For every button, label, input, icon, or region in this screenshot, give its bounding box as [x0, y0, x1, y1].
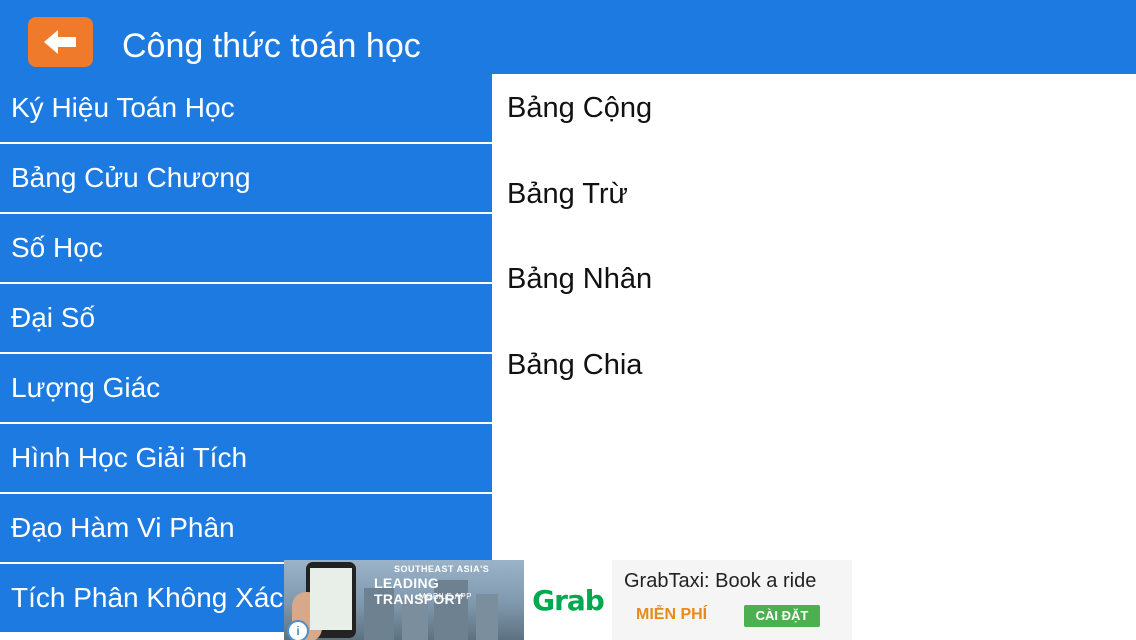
sidebar-item-luong-giac[interactable]: Lượng Giác [0, 354, 492, 422]
content-panel: Bảng Cộng Bảng Trừ Bảng Nhân Bảng Chia [492, 74, 1136, 640]
sidebar-item-ky-hieu-toan-hoc[interactable]: Ký Hiệu Toán Học [0, 74, 492, 142]
info-icon[interactable]: i [287, 620, 309, 640]
ad-title: GrabTaxi: Book a ride [624, 570, 817, 592]
back-button[interactable] [28, 17, 93, 67]
page-title: Công thức toán học [122, 27, 421, 65]
ad-banner[interactable]: SOUTHEAST ASIA'S LEADING TRANSPORT MOBIL… [284, 560, 852, 640]
app-bar: Công thức toán học [0, 0, 1136, 74]
sidebar-item-dai-so[interactable]: Đại Số [0, 284, 492, 352]
install-button[interactable]: CÀI ĐẶT [744, 605, 820, 627]
category-sidebar: Ký Hiệu Toán Học Bảng Cửu Chương Số Học … [0, 74, 492, 640]
ad-free-label: MIỄN PHÍ [636, 606, 708, 623]
content-item-bang-nhan[interactable]: Bảng Nhân [507, 263, 652, 296]
sidebar-item-hinh-hoc-giai-tich[interactable]: Hình Học Giải Tích [0, 424, 492, 492]
content-item-bang-cong[interactable]: Bảng Cộng [507, 92, 652, 125]
arrow-left-icon [43, 30, 76, 54]
content-item-bang-chia[interactable]: Bảng Chia [507, 349, 642, 382]
ad-image[interactable]: SOUTHEAST ASIA'S LEADING TRANSPORT MOBIL… [284, 560, 524, 640]
sidebar-item-so-hoc[interactable]: Số Học [0, 214, 492, 282]
ad-phone-screen [310, 568, 352, 630]
ad-headline-small: SOUTHEAST ASIA'S [394, 564, 490, 574]
sidebar-item-bang-cuu-chuong[interactable]: Bảng Cửu Chương [0, 144, 492, 212]
ad-headline-sub: MOBILE APP [419, 592, 473, 601]
grab-logo: Grab [524, 560, 612, 640]
ad-headline: LEADING TRANSPORT [374, 575, 464, 607]
content-item-bang-tru[interactable]: Bảng Trừ [507, 178, 628, 211]
sidebar-item-dao-ham-vi-phan[interactable]: Đạo Hàm Vi Phân [0, 494, 492, 562]
ad-phone-image [292, 562, 356, 640]
